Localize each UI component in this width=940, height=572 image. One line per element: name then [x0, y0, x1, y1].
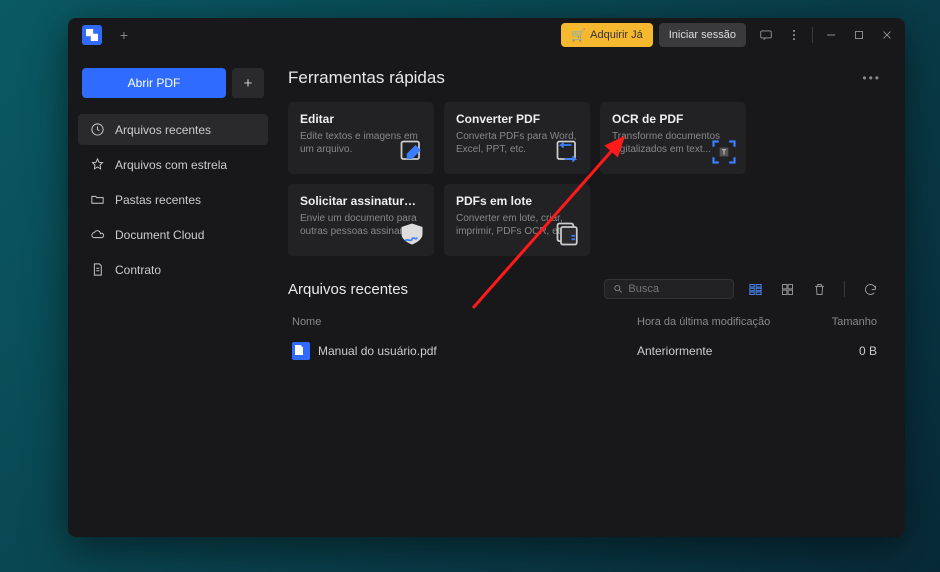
- svg-text:T: T: [722, 150, 727, 157]
- folder-icon: [90, 192, 105, 207]
- refresh-button[interactable]: [859, 278, 881, 300]
- search-box[interactable]: [604, 279, 734, 299]
- titlebar: + 🛒 Adquirir Já Iniciar sessão: [68, 18, 905, 52]
- sidebar-item-label: Contrato: [115, 263, 161, 277]
- card-title: OCR de PDF: [612, 112, 734, 126]
- file-name: Manual do usuário.pdf: [318, 344, 437, 358]
- col-size: Tamanho: [807, 316, 877, 328]
- card-title: Converter PDF: [456, 112, 578, 126]
- card-convert[interactable]: Converter PDF Converta PDFs para Word, E…: [444, 102, 590, 174]
- search-icon: [613, 283, 623, 295]
- card-batch[interactable]: PDFs em lote Converter em lote, criar, i…: [444, 184, 590, 256]
- buy-button[interactable]: 🛒 Adquirir Já: [561, 23, 653, 47]
- cloud-icon: [90, 227, 105, 242]
- sidebar-item-starred[interactable]: Arquivos com estrela: [78, 149, 268, 180]
- sign-icon: [398, 220, 426, 248]
- login-button[interactable]: Iniciar sessão: [659, 23, 746, 47]
- main-content: Ferramentas rápidas ••• Editar Edite tex…: [278, 52, 905, 537]
- quick-tools-title: Ferramentas rápidas: [288, 68, 445, 88]
- more-tools-button[interactable]: •••: [862, 71, 881, 85]
- convert-icon: [554, 138, 582, 166]
- recent-files-title: Arquivos recentes: [288, 281, 408, 298]
- card-sign[interactable]: Solicitar assinatura elet... Envie um do…: [288, 184, 434, 256]
- document-icon: [90, 262, 105, 277]
- cart-icon: 🛒: [571, 28, 586, 42]
- view-grid-button[interactable]: [776, 278, 798, 300]
- open-pdf-button[interactable]: Abrir PDF: [82, 68, 226, 98]
- sidebar-item-label: Arquivos recentes: [115, 123, 211, 137]
- kebab-menu-icon[interactable]: [780, 21, 808, 49]
- sidebar-item-cloud[interactable]: Document Cloud: [78, 219, 268, 250]
- delete-button[interactable]: [808, 278, 830, 300]
- close-button[interactable]: [873, 21, 901, 49]
- app-logo-icon: [82, 25, 102, 45]
- card-title: Editar: [300, 112, 422, 126]
- sidebar: Abrir PDF + Arquivos recentes Arquivos c…: [68, 52, 278, 537]
- card-ocr[interactable]: OCR de PDF Transforme documentos digital…: [600, 102, 746, 174]
- ocr-icon: T: [710, 138, 738, 166]
- login-label: Iniciar sessão: [669, 29, 736, 41]
- buy-label: Adquirir Já: [590, 29, 643, 41]
- search-input[interactable]: [628, 283, 725, 295]
- maximize-button[interactable]: [845, 21, 873, 49]
- star-icon: [90, 157, 105, 172]
- col-modified: Hora da última modificação: [637, 316, 807, 328]
- sidebar-item-contract[interactable]: Contrato: [78, 254, 268, 285]
- col-name: Nome: [292, 316, 637, 328]
- sidebar-item-recent-files[interactable]: Arquivos recentes: [78, 114, 268, 145]
- batch-icon: [554, 220, 582, 248]
- feedback-icon[interactable]: [752, 21, 780, 49]
- sidebar-item-label: Pastas recentes: [115, 193, 201, 207]
- pdf-file-icon: [292, 342, 310, 360]
- edit-icon: [398, 138, 426, 166]
- divider: [812, 27, 813, 43]
- divider: [844, 281, 845, 297]
- card-title: PDFs em lote: [456, 194, 578, 208]
- file-size: 0 B: [807, 344, 877, 358]
- card-title: Solicitar assinatura elet...: [300, 194, 422, 208]
- sidebar-item-label: Arquivos com estrela: [115, 158, 227, 172]
- create-pdf-button[interactable]: +: [232, 68, 264, 98]
- app-window: + 🛒 Adquirir Já Iniciar sessão Abrir PDF …: [68, 18, 905, 537]
- clock-icon: [90, 122, 105, 137]
- quick-tools-cards: Editar Edite textos e imagens em um arqu…: [288, 102, 881, 256]
- sidebar-item-recent-folders[interactable]: Pastas recentes: [78, 184, 268, 215]
- table-header: Nome Hora da última modificação Tamanho: [288, 310, 881, 334]
- minimize-button[interactable]: [817, 21, 845, 49]
- table-row[interactable]: Manual do usuário.pdf Anteriormente 0 B: [288, 334, 881, 368]
- view-list-button[interactable]: [744, 278, 766, 300]
- sidebar-item-label: Document Cloud: [115, 228, 204, 242]
- file-modified: Anteriormente: [637, 344, 807, 358]
- card-edit[interactable]: Editar Edite textos e imagens em um arqu…: [288, 102, 434, 174]
- new-tab-button[interactable]: +: [110, 21, 138, 49]
